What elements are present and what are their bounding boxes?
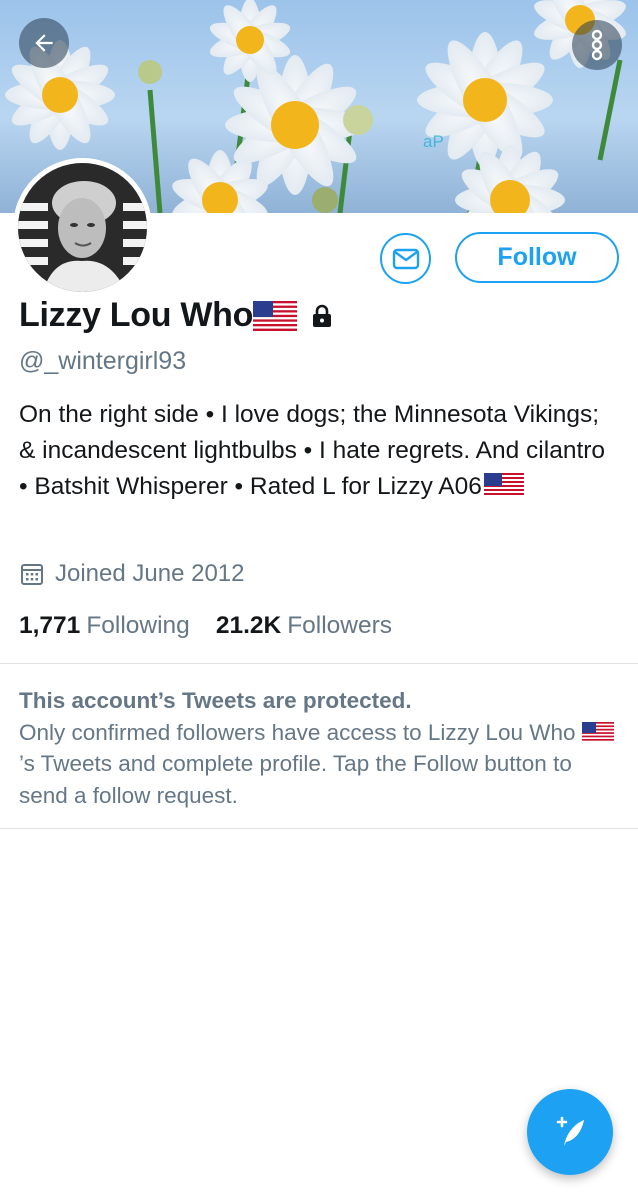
message-button[interactable] [380, 233, 431, 284]
divider [0, 828, 638, 829]
compose-tweet-icon [556, 1116, 584, 1146]
profile-avatar[interactable] [13, 158, 152, 297]
us-flag-icon [581, 721, 614, 742]
joined-date: Joined June 2012 [55, 560, 245, 587]
divider [0, 663, 638, 664]
follow-stats: 1,771 Following 21.2K Followers [19, 612, 418, 640]
us-flag-icon [483, 473, 524, 497]
us-flag-icon [253, 300, 298, 331]
following-link[interactable]: 1,771 Following [19, 612, 190, 640]
profile-bio: On the right side • I love dogs; the Min… [19, 397, 619, 505]
arrow-left-icon [35, 34, 53, 52]
protected-body: Only confirmed followers have access to … [19, 717, 619, 812]
following-count: 1,771 [19, 612, 81, 639]
followers-label: Followers [287, 612, 393, 639]
compose-tweet-button[interactable] [527, 1089, 613, 1175]
protected-body-part1: Only confirmed followers have access to … [19, 719, 582, 745]
following-label: Following [86, 612, 190, 639]
calendar-icon [21, 564, 43, 585]
followers-link[interactable]: 21.2K Followers [216, 612, 392, 640]
follow-button[interactable]: Follow [455, 232, 619, 283]
more-options-button[interactable] [572, 20, 622, 70]
envelope-icon [392, 248, 419, 269]
avatar-image [18, 163, 147, 292]
protected-title: This account’s Tweets are protected. [19, 688, 412, 713]
user-handle: @_wintergirl93 [19, 347, 187, 375]
joined-date-row: Joined June 2012 [20, 560, 245, 588]
protected-body-part2: ’s Tweets and complete profile. Tap the … [19, 751, 572, 808]
followers-count: 21.2K [215, 612, 282, 639]
lock-icon [311, 304, 333, 328]
more-vertical-icon [591, 29, 603, 61]
display-name-row: Lizzy Lou Who [19, 296, 333, 335]
back-button[interactable] [19, 18, 69, 68]
protected-notice: This account’s Tweets are protected. Onl… [19, 685, 619, 811]
banner-watermark: aP [423, 132, 444, 151]
display-name: Lizzy Lou Who [19, 296, 254, 334]
